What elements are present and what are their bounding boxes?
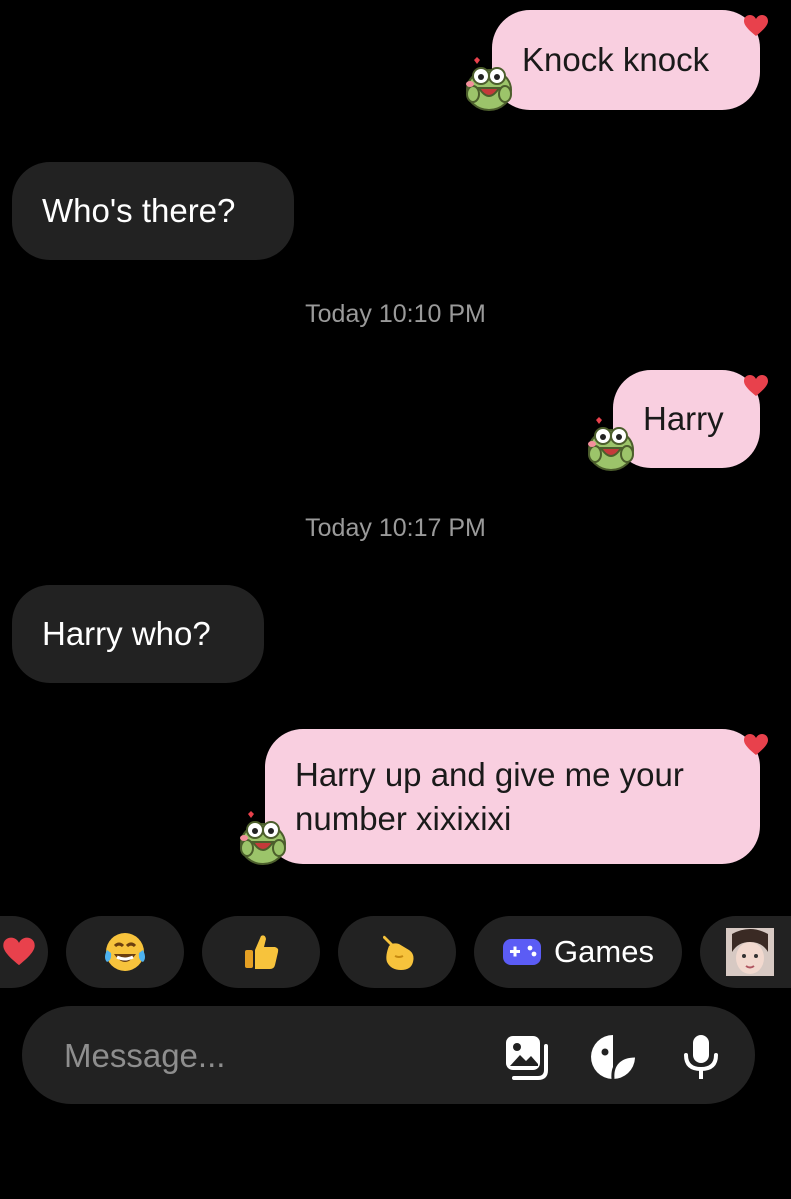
pointing-hand-quick-reply[interactable] (338, 916, 456, 988)
message-thread: Knock knock Who's there? Today 10:10 PM … (0, 0, 791, 900)
heart-reaction-icon[interactable] (743, 374, 769, 398)
avatar-thumbnail (726, 928, 774, 976)
incoming-message[interactable]: Who's there? (12, 162, 294, 260)
frog-sticker-icon (584, 412, 638, 472)
tears-of-joy-emoji-icon (105, 933, 145, 971)
pointing-hand-emoji-icon (383, 935, 414, 970)
thumbs-up-emoji-icon (245, 935, 279, 969)
heart-reaction-icon[interactable] (743, 14, 769, 38)
message-text: Who's there? (42, 192, 236, 229)
timestamp: Today 10:17 PM (305, 514, 486, 542)
message-composer (22, 1006, 755, 1104)
gamepad-icon (503, 939, 542, 965)
message-text: Knock knock (522, 41, 710, 78)
quick-reply-bar: Games (0, 916, 791, 988)
message-input[interactable] (62, 1030, 466, 1082)
heart-quick-reply[interactable] (0, 916, 48, 988)
message-text: Harry (643, 400, 724, 437)
microphone-icon[interactable] (676, 1032, 726, 1082)
outgoing-message[interactable]: Harry up and give me your number xixixix… (265, 729, 760, 864)
laugh-quick-reply[interactable] (66, 916, 184, 988)
frog-sticker-icon (236, 806, 290, 866)
message-text: Harry who? (42, 615, 211, 652)
frog-sticker-icon (462, 52, 516, 112)
sticker-icon[interactable] (588, 1032, 638, 1082)
games-label: Games (554, 934, 654, 969)
incoming-message[interactable]: Harry who? (12, 585, 264, 683)
thumbs-up-quick-reply[interactable] (202, 916, 320, 988)
games-quick-reply[interactable]: Games (474, 916, 682, 988)
message-text-line: Harry up and give me your (295, 755, 684, 793)
message-text-line: number xixixixi (295, 799, 512, 837)
gallery-icon[interactable] (502, 1032, 552, 1082)
heart-reaction-icon[interactable] (743, 733, 769, 757)
avatar-quick-reply[interactable] (700, 916, 791, 988)
heart-emoji-icon (2, 936, 36, 968)
outgoing-message[interactable]: Knock knock (492, 10, 760, 110)
timestamp: Today 10:10 PM (305, 300, 486, 328)
